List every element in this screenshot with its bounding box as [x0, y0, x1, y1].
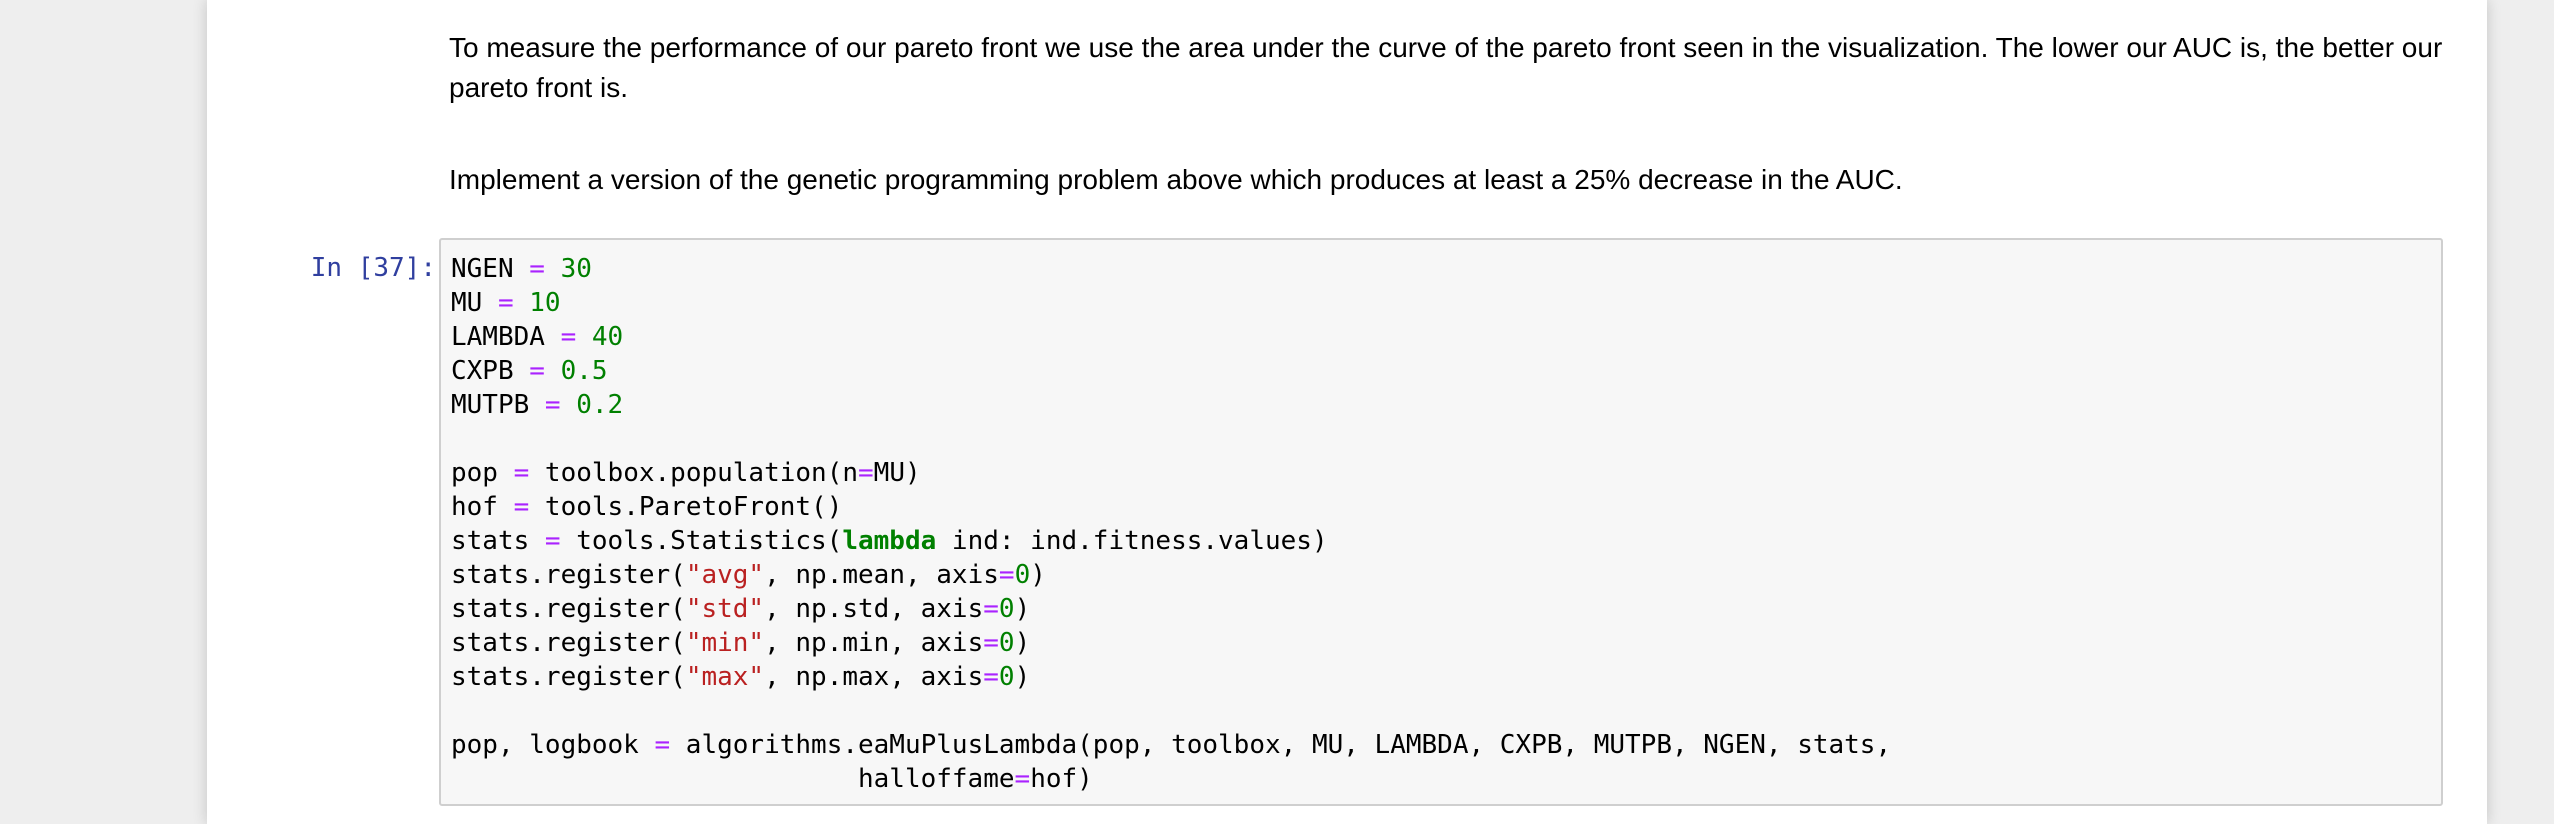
code-line: MU = 10 [451, 286, 1891, 320]
code-token: ) [1014, 594, 1031, 624]
code-line: stats.register("avg", np.mean, axis=0) [451, 558, 1891, 592]
code-number: 0.2 [576, 390, 624, 420]
code-line: CXPB = 0.5 [451, 354, 1891, 388]
code-token: ind: ind.fitness.values) [936, 526, 1328, 556]
code-operator: = [529, 254, 545, 284]
code-token: CXPB [451, 356, 530, 386]
code-token: LAMBDA [451, 322, 561, 352]
code-line: pop = toolbox.population(n=MU) [451, 456, 1891, 490]
code-line: NGEN = 30 [451, 252, 1891, 286]
code-token: tools.Statistics( [560, 526, 843, 556]
code-token: stats.register( [451, 594, 686, 624]
code-operator: = [513, 492, 530, 522]
code-operator: = [529, 356, 545, 386]
code-line: hof = tools.ParetoFront() [451, 490, 1891, 524]
code-operator: = [513, 458, 530, 488]
code-number: 30 [560, 254, 592, 284]
code-operator: = [560, 322, 577, 352]
markdown-paragraph-auc: To measure the performance of our pareto… [449, 32, 2443, 103]
code-token: , np.max, axis [764, 662, 984, 692]
code-token: halloffame [451, 764, 1015, 794]
code-operator: = [983, 594, 999, 624]
code-line: stats.register("std", np.std, axis=0) [451, 592, 1891, 626]
code-line: pop, logbook = algorithms.eaMuPlusLambda… [451, 728, 1891, 762]
code-token: , np.min, axis [764, 628, 984, 658]
code-token: pop, logbook [451, 730, 655, 760]
code-number: 40 [591, 322, 624, 352]
code-string: "max" [685, 662, 765, 692]
code-token: ) [1014, 628, 1031, 658]
code-operator: = [654, 730, 671, 760]
code-number: 0 [1014, 560, 1031, 590]
code-number: 10 [529, 288, 561, 318]
code-operator: = [858, 458, 874, 488]
code-number: 0 [998, 628, 1015, 658]
code-token: algorithms.eaMuPlusLambda(pop, toolbox, … [670, 730, 1892, 760]
code-cell-editor[interactable]: NGEN = 30 MU = 10 LAMBDA = 40 CXPB = 0.5 MUT… [439, 238, 2443, 806]
code-number: 0 [998, 662, 1015, 692]
code-line: LAMBDA = 40 [451, 320, 1891, 354]
code-token: ) [1030, 560, 1046, 590]
code-token: tools.ParetoFront() [529, 492, 843, 522]
code-string: "std" [685, 594, 765, 624]
notebook-container: To measure the performance of our pareto… [207, 0, 2487, 824]
code-lines: NGEN = 30 MU = 10 LAMBDA = 40 CXPB = 0.5 MUT… [451, 252, 1891, 796]
cell-input-prompt: In [37]: [310, 253, 436, 283]
code-token: MUTPB [451, 390, 545, 420]
code-string: "avg" [685, 560, 765, 590]
code-line: MUTPB = 0.2 [451, 388, 1891, 422]
code-token: , np.mean, axis [764, 560, 999, 590]
code-number: 0 [998, 594, 1015, 624]
code-token: MU [451, 288, 498, 318]
code-keyword: lambda [842, 526, 937, 556]
markdown-paragraph-task: Implement a version of the genetic progr… [449, 164, 1903, 195]
code-operator: = [998, 560, 1015, 590]
code-operator: = [983, 628, 999, 658]
code-token: stats.register( [451, 628, 686, 658]
code-operator: = [544, 526, 561, 556]
code-token: MU) [873, 458, 921, 488]
code-token: stats [451, 526, 545, 556]
code-line: stats.register("max", np.max, axis=0) [451, 660, 1891, 694]
code-token: hof) [1030, 764, 1093, 794]
code-token: NGEN [451, 254, 530, 284]
code-line: stats = tools.Statistics(lambda ind: ind… [451, 524, 1891, 558]
code-string: "min" [685, 628, 765, 658]
code-line: halloffame=hof) [451, 762, 1891, 796]
code-line: ​ [451, 694, 1891, 728]
code-operator: = [544, 390, 561, 420]
code-operator: = [497, 288, 514, 318]
code-token: stats.register( [451, 560, 686, 590]
code-operator: = [983, 662, 999, 692]
code-token: , np.std, axis [764, 594, 984, 624]
code-token: pop [451, 458, 514, 488]
code-token: stats.register( [451, 662, 686, 692]
code-token: ) [1014, 662, 1031, 692]
code-number: 0.5 [560, 356, 608, 386]
code-token: hof [451, 492, 514, 522]
code-token: toolbox.population(n [529, 458, 859, 488]
code-line: stats.register("min", np.min, axis=0) [451, 626, 1891, 660]
code-operator: = [1014, 764, 1031, 794]
code-line: ​ [451, 422, 1891, 456]
